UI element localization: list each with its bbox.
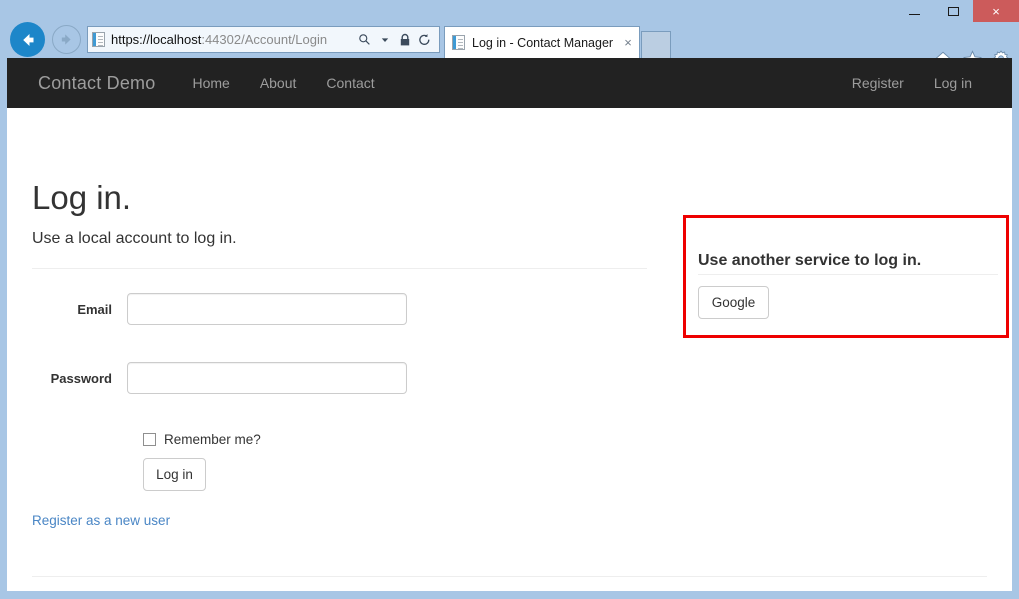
maximize-button[interactable] [934,0,973,22]
browser-nav-row: https://localhost:44302/Account/Login Lo… [0,22,1019,68]
remember-me-label: Remember me? [164,432,261,447]
login-submit-button[interactable]: Log in [143,458,206,491]
local-login-heading: Use a local account to log in. [32,230,237,247]
title-bar: × [0,0,1019,22]
nav-link-contact[interactable]: Contact [311,75,389,91]
password-input[interactable] [127,362,407,394]
back-arrow-icon [22,33,33,46]
remember-me-row[interactable]: Remember me? [143,432,261,447]
address-bar[interactable]: https://localhost:44302/Account/Login [87,26,440,53]
nav-link-about[interactable]: About [245,75,312,91]
external-login-heading: Use another service to log in. [698,252,922,270]
search-icon[interactable] [356,30,373,50]
remember-me-checkbox[interactable] [143,433,156,446]
tab-title: Log in - Contact Manager [472,35,614,50]
lock-icon[interactable] [396,30,413,50]
refresh-icon[interactable] [416,30,433,50]
local-login-divider [32,268,647,269]
primary-nav: Home About Contact [177,75,389,91]
footer-divider [32,576,987,577]
email-input[interactable] [127,293,407,325]
google-login-button[interactable]: Google [698,286,769,319]
page-title: Log in. [32,179,132,216]
address-favicon-icon [92,32,105,47]
email-label: Email [77,301,112,317]
browser-tab[interactable]: Log in - Contact Manager × [444,26,640,58]
nav-link-home[interactable]: Home [177,75,244,91]
local-login-section: Use a local account to log in. [32,230,647,269]
site-brand[interactable]: Contact Demo [38,73,155,94]
password-label: Password [50,370,112,386]
close-icon: × [992,3,1000,19]
new-tab-button[interactable] [641,31,671,58]
email-form-row: Email [32,293,407,325]
minimize-icon [909,13,920,15]
address-url-text: https://localhost:44302/Account/Login [111,32,328,47]
password-form-row: Password [32,362,407,394]
minimize-button[interactable] [895,0,934,22]
address-bar-icons [356,30,439,50]
site-navbar: Contact Demo Home About Contact Register… [7,58,1012,108]
account-nav: Register Log in [837,75,987,91]
external-login-highlight-box: Use another service to log in. Google [683,215,1009,338]
tab-favicon-icon [452,35,465,50]
browser-window: × https://localhost:44302/Account/Login [0,0,1019,599]
external-login-divider [698,274,998,275]
register-new-user-link[interactable]: Register as a new user [32,513,170,528]
back-button[interactable] [10,22,45,57]
maximize-icon [948,6,959,16]
window-controls: × [895,0,1019,22]
chevron-down-icon[interactable] [376,30,393,50]
tab-close-icon[interactable]: × [617,35,639,50]
forward-button[interactable] [52,25,81,54]
forward-arrow-icon [61,34,71,45]
nav-link-login[interactable]: Log in [919,75,987,91]
nav-link-register[interactable]: Register [837,75,919,91]
close-button[interactable]: × [973,0,1019,22]
page-viewport: Contact Demo Home About Contact Register… [7,58,1012,591]
